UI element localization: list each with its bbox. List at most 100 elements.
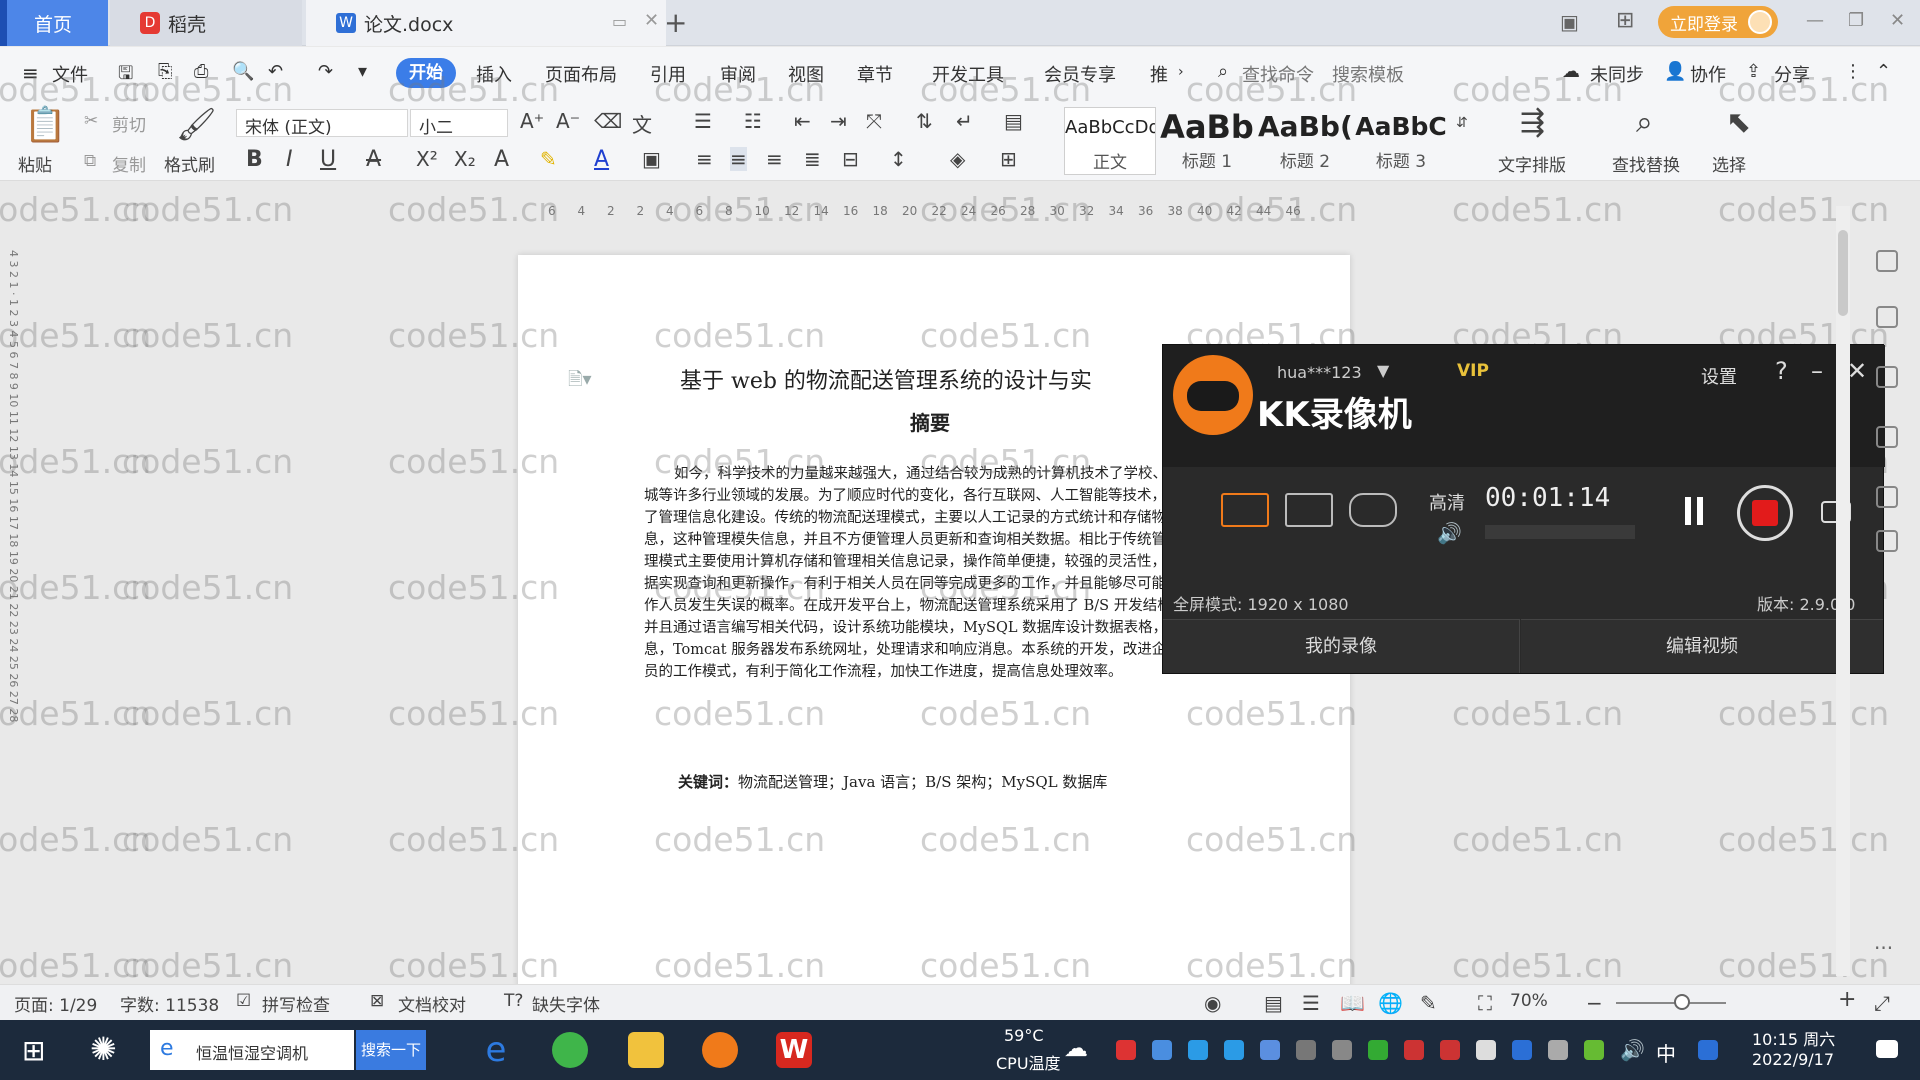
decrease-indent-icon[interactable]: ⇤ xyxy=(794,109,811,133)
tab-home[interactable]: 首页 xyxy=(0,0,108,46)
font-color-icon[interactable]: A xyxy=(594,147,609,172)
kk-fullscreen-mode-icon[interactable] xyxy=(1221,493,1269,527)
cpu-temp-value[interactable]: 59°C xyxy=(1004,1026,1044,1045)
char-border-icon[interactable]: ▣ xyxy=(642,147,661,171)
subscript-icon[interactable]: X₂ xyxy=(454,147,476,171)
superscript-icon[interactable]: X² xyxy=(416,147,438,171)
ie-browser-icon[interactable]: e xyxy=(478,1032,514,1068)
tab-document[interactable]: W 论文.docx ▭ ✕ xyxy=(306,0,666,46)
wps-taskbar-icon[interactable]: W xyxy=(776,1032,812,1068)
style-heading-2[interactable]: AaBb(标题 2 xyxy=(1258,107,1352,175)
bullet-list-icon[interactable]: ☰ xyxy=(694,109,712,133)
menu-vip[interactable]: 会员专享 xyxy=(1044,61,1116,87)
zoom-out-icon[interactable]: − xyxy=(1586,991,1603,1015)
bold-icon[interactable]: B xyxy=(246,147,263,172)
hamburger-icon[interactable]: ≡ xyxy=(22,61,39,85)
tray-app-2-icon[interactable] xyxy=(1152,1040,1172,1060)
grow-font-icon[interactable]: A⁺ xyxy=(520,109,544,133)
font-size-select[interactable]: 小二 xyxy=(410,109,508,138)
align-center-icon[interactable]: ≡ xyxy=(730,147,747,171)
tray-app-9-icon[interactable] xyxy=(1584,1040,1604,1060)
shading-icon[interactable]: ◈ xyxy=(950,147,965,171)
new-tab-icon[interactable]: + xyxy=(664,6,687,39)
tray-volume-icon[interactable]: 🔊 xyxy=(1620,1038,1645,1062)
select-cursor-icon[interactable]: ⬉ xyxy=(1726,105,1751,140)
tray-app-1-icon[interactable] xyxy=(1116,1040,1136,1060)
kk-settings-button[interactable]: 设置 xyxy=(1701,363,1737,389)
tray-network-icon[interactable] xyxy=(1296,1040,1316,1060)
tray-app-3-icon[interactable] xyxy=(1188,1040,1208,1060)
tab-daoke[interactable]: D 稻壳 xyxy=(110,0,302,46)
style-heading-3[interactable]: AaBbC 标题 3 xyxy=(1354,107,1448,175)
tray-app-4-icon[interactable] xyxy=(1224,1040,1244,1060)
windows-start-icon[interactable]: ⊞ xyxy=(22,1034,45,1067)
layout-icon[interactable]: ▣ xyxy=(1560,10,1579,34)
page-indicator[interactable]: 页面: 1/29 xyxy=(14,991,97,1016)
web-view-icon[interactable]: 🌐 xyxy=(1378,991,1403,1015)
search-template-input[interactable]: 搜索模板 xyxy=(1332,61,1404,87)
zoom-slider-thumb[interactable] xyxy=(1674,994,1690,1010)
menu-file[interactable]: 文件 xyxy=(52,61,88,87)
undo-icon[interactable]: ↶ xyxy=(268,61,283,82)
paste-button[interactable]: 粘贴 xyxy=(18,151,52,176)
collab-button[interactable]: 协作 xyxy=(1690,61,1726,87)
tray-app-8-icon[interactable] xyxy=(1440,1040,1460,1060)
spell-check-button[interactable]: 拼写检查 xyxy=(262,991,330,1016)
style-normal[interactable]: AaBbCcDd 正文 xyxy=(1064,107,1156,175)
maximize-icon[interactable]: ❐ xyxy=(1848,10,1864,31)
menu-review[interactable]: 审阅 xyxy=(720,61,756,87)
fullscreen-icon[interactable]: ⤢ xyxy=(1874,991,1890,1015)
tray-battery-icon[interactable] xyxy=(1476,1040,1496,1060)
menu-start[interactable]: 开始 xyxy=(396,58,456,88)
kk-pause-icon[interactable] xyxy=(1685,497,1703,525)
menu-page-layout[interactable]: 页面布局 xyxy=(545,61,617,87)
cpu-temp-label[interactable]: CPU温度 xyxy=(996,1050,1061,1074)
proofread-button[interactable]: 文档校对 xyxy=(398,991,466,1016)
fit-page-icon[interactable]: ⛶ xyxy=(1478,991,1492,1015)
tray-usb-icon[interactable] xyxy=(1548,1040,1568,1060)
tray-shield-icon[interactable] xyxy=(1260,1040,1280,1060)
share-button[interactable]: 分享 xyxy=(1774,61,1810,87)
tray-app-5-icon[interactable] xyxy=(1332,1040,1352,1060)
taskbar-date[interactable]: 2022/9/17 xyxy=(1752,1050,1834,1069)
paragraph-menu-icon[interactable]: 🗎▾ xyxy=(568,367,592,397)
copy-button[interactable]: 复制 xyxy=(112,151,146,176)
find-replace-icon[interactable]: ⌕ xyxy=(1636,105,1653,140)
edit-pen-icon[interactable] xyxy=(1876,250,1898,272)
window-close-icon[interactable]: ✕ xyxy=(1890,10,1905,31)
clear-format-icon[interactable]: ⌫ xyxy=(594,109,622,133)
page-view-icon[interactable]: ▤ xyxy=(1264,991,1283,1015)
paste-icon[interactable]: 📋 xyxy=(24,105,66,145)
zoom-in-icon[interactable]: + xyxy=(1838,987,1856,1012)
print-icon[interactable]: ⎙ xyxy=(194,61,208,82)
weather-icon[interactable]: ☁ xyxy=(1064,1034,1088,1062)
notification-icon[interactable] xyxy=(1876,1040,1898,1058)
kk-volume-icon[interactable]: 🔊 xyxy=(1437,521,1462,545)
kk-help-icon[interactable]: ? xyxy=(1775,357,1788,385)
taskbar-search-button[interactable]: 搜索一下 xyxy=(356,1030,426,1070)
menu-more[interactable]: 推 xyxy=(1150,61,1168,87)
file-explorer-icon[interactable] xyxy=(628,1032,664,1068)
table-tools-icon[interactable]: ▤ xyxy=(1004,109,1023,133)
distribute-icon[interactable]: ⊟ xyxy=(842,147,859,171)
align-left-icon[interactable]: ≡ xyxy=(696,147,713,171)
tray-bluetooth-icon[interactable] xyxy=(1512,1040,1532,1060)
align-right-icon[interactable]: ≡ xyxy=(766,147,783,171)
line-spacing-icon[interactable]: ↕ xyxy=(890,147,907,171)
kk-recorder-taskbar-icon[interactable] xyxy=(702,1032,738,1068)
show-marks-icon[interactable]: ↵ xyxy=(956,109,973,133)
missing-font-button[interactable]: 缺失字体 xyxy=(532,991,600,1016)
minimize-icon[interactable]: — xyxy=(1806,10,1824,31)
font-family-select[interactable]: 宋体 (正文) xyxy=(236,109,408,138)
shrink-font-icon[interactable]: A⁻ xyxy=(556,109,580,133)
login-button[interactable]: 立即登录 xyxy=(1658,6,1778,38)
strikethrough-icon[interactable]: A xyxy=(366,147,381,172)
tab-close-icon[interactable]: ✕ xyxy=(644,10,659,31)
cursor-icon[interactable] xyxy=(1876,306,1898,328)
write-mode-icon[interactable]: ✎ xyxy=(1420,991,1437,1015)
zoom-level[interactable]: 70% xyxy=(1510,991,1548,1011)
vertical-scrollbar[interactable] xyxy=(1836,206,1850,976)
sidebar-tool-3-icon[interactable] xyxy=(1876,530,1898,552)
kk-my-videos-button[interactable]: 我的录像 xyxy=(1163,619,1520,673)
menu-dev-tools[interactable]: 开发工具 xyxy=(932,61,1004,87)
